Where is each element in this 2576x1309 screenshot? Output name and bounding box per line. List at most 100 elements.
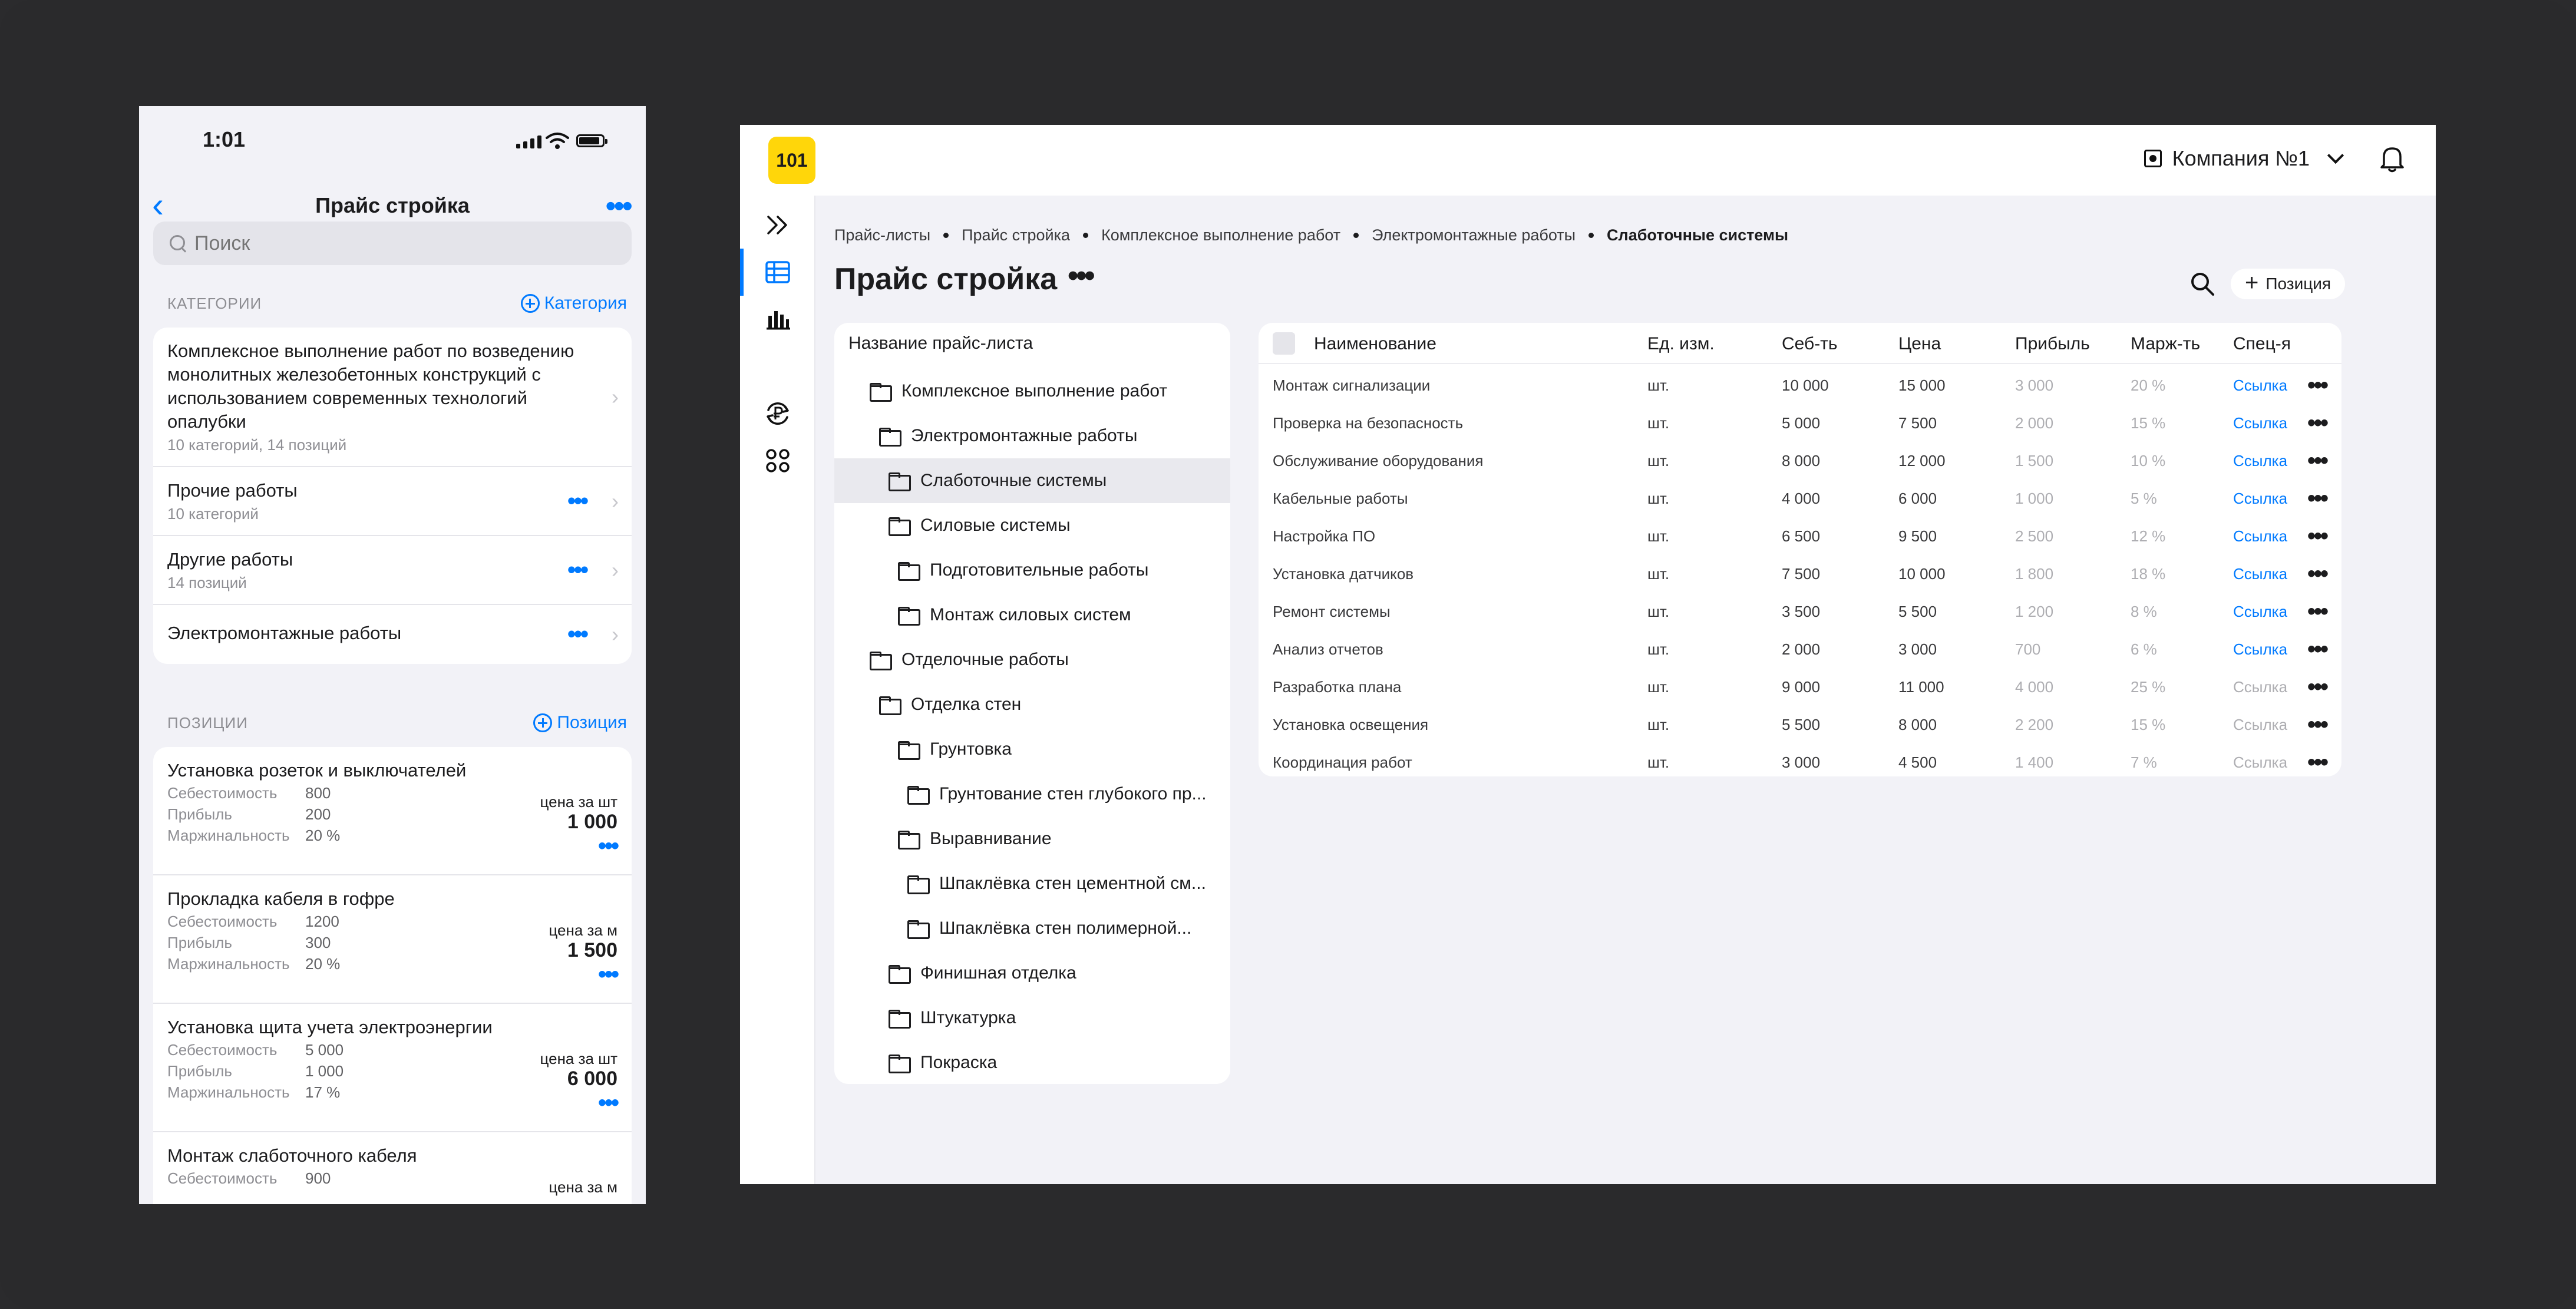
row-more-icon[interactable]: •••: [2307, 593, 2329, 630]
row-more-icon[interactable]: •••: [2307, 743, 2329, 776]
position-item[interactable]: Прокладка кабеля в гофре Себестоимость 12…: [153, 875, 632, 1004]
row-more-icon[interactable]: •••: [2307, 706, 2329, 743]
column-header[interactable]: Себ-ть: [1782, 325, 1838, 363]
tree-node[interactable]: Штукатурка: [834, 996, 1230, 1040]
table-row[interactable]: Ремонт системы шт. 3 500 5 500 1 200 8 % Ссылк…: [1259, 593, 2341, 630]
add-position-button[interactable]: + Позиция: [2231, 269, 2346, 299]
tree-node[interactable]: Монтаж силовых систем: [834, 593, 1230, 637]
column-header[interactable]: Цена: [1898, 325, 1941, 363]
category-item[interactable]: Другие работы 14 позиций ••• ›: [153, 536, 632, 605]
cell-spec-link[interactable]: Ссылка: [2233, 442, 2287, 480]
row-more-icon[interactable]: •••: [2307, 480, 2329, 517]
add-category-button[interactable]: Категория: [520, 293, 627, 313]
more-icon[interactable]: •••: [567, 622, 589, 648]
category-item[interactable]: Комплексное выполнение работ по возведен…: [153, 328, 632, 467]
cell-spec-link[interactable]: Ссылка: [2233, 517, 2287, 555]
row-more-icon[interactable]: •••: [2307, 404, 2329, 442]
plus-circle-icon: [520, 294, 540, 313]
tree-node[interactable]: Отделка стен: [834, 682, 1230, 727]
row-more-icon[interactable]: •••: [2307, 555, 2329, 593]
table-row[interactable]: Проверка на безопасность шт. 5 000 7 500 2 0…: [1259, 404, 2341, 442]
more-icon[interactable]: •••: [567, 557, 589, 583]
table-row[interactable]: Координация работ шт. 3 000 4 500 1 400 7 % Сс…: [1259, 743, 2341, 776]
row-more-icon[interactable]: •••: [2307, 668, 2329, 706]
position-item[interactable]: Монтаж слаботочного кабеля Себестоимость…: [153, 1132, 632, 1204]
cell-name: Обслуживание оборудования: [1273, 451, 1484, 470]
cell-spec-link[interactable]: Ссылка: [2233, 668, 2287, 706]
logo[interactable]: 101: [768, 137, 815, 184]
tree-node[interactable]: Электромонтажные работы: [834, 414, 1230, 458]
table-row[interactable]: Настройка ПО шт. 6 500 9 500 2 500 12 % Ссылка…: [1259, 517, 2341, 555]
tree-node[interactable]: Шпаклёвка стен цементной см...: [834, 861, 1230, 906]
column-header[interactable]: Спец-я: [2233, 325, 2291, 363]
table-row[interactable]: Установка освещения шт. 5 500 8 000 2 200 15 …: [1259, 706, 2341, 743]
cell-spec-link[interactable]: Ссылка: [2233, 480, 2287, 517]
breadcrumb-item[interactable]: Прайс стройка: [962, 226, 1070, 244]
position-item[interactable]: Установка розеток и выключателей Себесто…: [153, 747, 632, 875]
breadcrumb-item[interactable]: Прайс-листы: [834, 226, 930, 244]
add-position-button[interactable]: Позиция: [533, 713, 627, 733]
tree-node[interactable]: Силовые системы: [834, 503, 1230, 548]
cell-cost: 3 000: [1782, 753, 1821, 771]
mobile-search-bar[interactable]: [153, 222, 632, 265]
more-icon[interactable]: •••: [598, 961, 619, 988]
more-icon[interactable]: •••: [567, 488, 589, 514]
row-more-icon[interactable]: •••: [2307, 630, 2329, 668]
table-row[interactable]: Разработка плана шт. 9 000 11 000 4 000 25 % С…: [1259, 668, 2341, 706]
more-icon[interactable]: •••: [598, 833, 619, 860]
table-row[interactable]: Обслуживание оборудования шт. 8 000 12 000 1…: [1259, 442, 2341, 480]
cell-spec-link[interactable]: Ссылка: [2233, 593, 2287, 630]
tree-node[interactable]: Подготовительные работы: [834, 548, 1230, 593]
canvas: 1:01 ‹ Прайс стройка ••• КАТЕГОРИИ: [0, 0, 2576, 1309]
cell-spec-link[interactable]: Ссылка: [2233, 366, 2287, 404]
sidebar-expand[interactable]: [740, 201, 815, 249]
column-header[interactable]: Наименование: [1314, 325, 1436, 363]
tree-node[interactable]: Грунтовка: [834, 727, 1230, 772]
more-icon[interactable]: •••: [598, 1090, 619, 1116]
cell-unit: шт.: [1647, 527, 1670, 545]
sidebar-item-price-lists[interactable]: [740, 249, 815, 296]
category-item[interactable]: Прочие работы 10 категорий ••• ›: [153, 467, 632, 536]
bell-icon[interactable]: [2379, 145, 2405, 173]
cell-spec-link[interactable]: Ссылка: [2233, 743, 2287, 776]
tree-node[interactable]: Грунтование стен глубокого пр...: [834, 772, 1230, 817]
table-row[interactable]: Анализ отчетов шт. 2 000 3 000 700 6 % Ссылка •…: [1259, 630, 2341, 668]
cell-unit: шт.: [1647, 451, 1670, 470]
row-more-icon[interactable]: •••: [2307, 517, 2329, 555]
table-row[interactable]: Установка датчиков шт. 7 500 10 000 1 800 18 …: [1259, 555, 2341, 593]
search-icon[interactable]: [2189, 271, 2215, 297]
cell-spec-link[interactable]: Ссылка: [2233, 706, 2287, 743]
row-more-icon[interactable]: •••: [2307, 442, 2329, 480]
category-item[interactable]: Электромонтажные работы ••• ›: [153, 605, 632, 664]
row-more-icon[interactable]: •••: [2307, 366, 2329, 404]
cell-unit: шт.: [1647, 640, 1670, 658]
search-input[interactable]: [194, 232, 607, 255]
cell-spec-link[interactable]: Ссылка: [2233, 404, 2287, 442]
tree-node[interactable]: Отделочные работы: [834, 637, 1230, 682]
breadcrumb-item[interactable]: Комплексное выполнение работ: [1101, 226, 1340, 244]
cell-margin: 25 %: [2131, 677, 2166, 696]
sidebar-item-analytics[interactable]: [740, 296, 815, 343]
more-icon[interactable]: •••: [1068, 258, 1095, 293]
tree-node[interactable]: Выравнивание: [834, 817, 1230, 861]
select-all-checkbox[interactable]: [1273, 332, 1295, 355]
more-icon[interactable]: •••: [605, 189, 633, 224]
column-header[interactable]: Прибыль: [2015, 325, 2090, 363]
column-header[interactable]: Ед. изм.: [1647, 325, 1715, 363]
breadcrumb-item[interactable]: Электромонтажные работы: [1372, 226, 1576, 244]
sidebar-item-apps[interactable]: [740, 437, 815, 484]
sidebar-item-exchange[interactable]: [740, 390, 815, 437]
cell-name: Проверка на безопасность: [1273, 414, 1464, 432]
table-row[interactable]: Кабельные работы шт. 4 000 6 000 1 000 5 % Ссы…: [1259, 480, 2341, 517]
column-header[interactable]: Марж-ть: [2131, 325, 2200, 363]
cell-spec-link[interactable]: Ссылка: [2233, 630, 2287, 668]
tree-node[interactable]: Покраска: [834, 1040, 1230, 1084]
tree-node[interactable]: Комплексное выполнение работ: [834, 369, 1230, 414]
tree-node[interactable]: Шпаклёвка стен полимерной...: [834, 906, 1230, 951]
table-row[interactable]: Монтаж сигнализации шт. 10 000 15 000 3 000 2…: [1259, 366, 2341, 404]
tree-node[interactable]: Финишная отделка: [834, 951, 1230, 996]
company-selector[interactable]: Компания №1: [2144, 146, 2347, 171]
cell-spec-link[interactable]: Ссылка: [2233, 555, 2287, 593]
tree-node[interactable]: Слаботочные системы: [834, 458, 1230, 503]
position-item[interactable]: Установка щита учета электроэнергии Себе…: [153, 1004, 632, 1132]
